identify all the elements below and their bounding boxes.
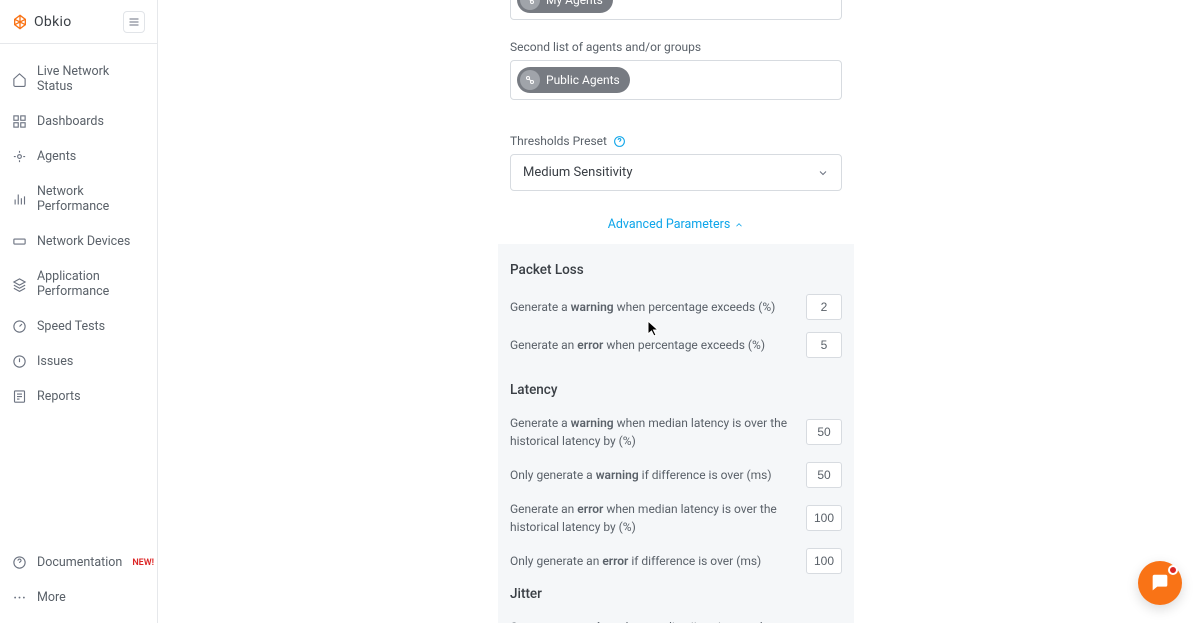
latency-warning-diff-row: Only generate a warning if difference is…	[510, 456, 842, 494]
sidebar: Obkio Live Network Status Dashboards Age…	[0, 0, 158, 623]
nav-agents[interactable]: Agents	[0, 139, 157, 174]
nav-application-performance[interactable]: Application Performance	[0, 259, 157, 309]
nav-dashboards[interactable]: Dashboards	[0, 104, 157, 139]
agent-group-chip[interactable]: My Agents	[517, 0, 613, 13]
chevron-up-icon	[734, 220, 744, 230]
param-label: Generate an error when percentage exceed…	[510, 336, 794, 354]
sidebar-bottom: Documentation NEW! More	[0, 545, 157, 623]
thresholds-select[interactable]: Medium Sensitivity	[510, 154, 842, 191]
alert-icon	[12, 354, 27, 369]
packet-loss-error-input[interactable]	[806, 332, 842, 358]
chat-support-button[interactable]	[1138, 561, 1182, 605]
param-label: Only generate an error if difference is …	[510, 552, 794, 570]
gauge-icon	[12, 319, 27, 334]
nav-label: Network Performance	[37, 184, 145, 214]
chip-label: My Agents	[546, 0, 603, 7]
advanced-link-text: Advanced Parameters	[608, 217, 731, 232]
latency-warning-diff-input[interactable]	[806, 462, 842, 488]
second-agents-field: Second list of agents and/or groups Publ…	[498, 30, 854, 110]
nav-list: Live Network Status Dashboards Agents Ne…	[0, 44, 157, 424]
latency-error-diff-input[interactable]	[806, 548, 842, 574]
brand-logo[interactable]: Obkio	[12, 14, 71, 30]
bar-chart-icon	[12, 192, 27, 207]
nav-label: Issues	[37, 354, 73, 369]
nav-label: Live Network Status	[37, 64, 145, 94]
group-icon	[520, 70, 540, 90]
latency-error-input[interactable]	[806, 505, 842, 531]
nav-issues[interactable]: Issues	[0, 344, 157, 379]
latency-warning-input[interactable]	[806, 419, 842, 445]
nav-speed-tests[interactable]: Speed Tests	[0, 309, 157, 344]
nav-label: Reports	[37, 389, 81, 404]
latency-error-row: Generate an error when median latency is…	[510, 494, 842, 542]
nav-reports[interactable]: Reports	[0, 379, 157, 414]
packet-loss-error-row: Generate an error when percentage exceed…	[510, 326, 842, 364]
thresholds-label-text: Thresholds Preset	[510, 134, 607, 148]
brand-name: Obkio	[34, 14, 71, 30]
dashboard-icon	[12, 114, 27, 129]
param-label: Only generate a warning if difference is…	[510, 466, 794, 484]
packet-loss-title: Packet Loss	[510, 262, 842, 278]
obkio-logo-icon	[12, 14, 28, 30]
new-badge: NEW!	[132, 558, 154, 568]
jitter-warning-row: Generate a warning when median jitter is…	[510, 612, 842, 623]
first-agents-input[interactable]: My Agents	[510, 0, 842, 20]
nav-label: Application Performance	[37, 269, 145, 299]
advanced-parameters-toggle[interactable]: Advanced Parameters	[498, 201, 854, 244]
packet-loss-warning-input[interactable]	[806, 294, 842, 320]
agents-icon	[12, 149, 27, 164]
nav-network-devices[interactable]: Network Devices	[0, 224, 157, 259]
chevron-down-icon	[817, 167, 829, 179]
advanced-parameters-section: Packet Loss Generate a warning when perc…	[498, 244, 854, 623]
nav-label: More	[37, 590, 66, 605]
latency-error-diff-row: Only generate an error if difference is …	[510, 542, 842, 580]
dots-icon	[12, 590, 27, 605]
main-content: My Agents Second list of agents and/or g…	[158, 0, 1200, 623]
notification-dot-icon	[1168, 565, 1178, 575]
packet-loss-warning-row: Generate a warning when percentage excee…	[510, 288, 842, 326]
help-icon	[12, 555, 27, 570]
home-icon	[12, 72, 27, 87]
field-label: Second list of agents and/or groups	[510, 40, 842, 54]
nav-label: Agents	[37, 149, 76, 164]
nav-network-performance[interactable]: Network Performance	[0, 174, 157, 224]
param-label: Generate a warning when percentage excee…	[510, 298, 794, 316]
field-label: Thresholds Preset	[510, 134, 842, 148]
sidebar-header: Obkio	[0, 0, 157, 44]
first-agents-field: My Agents	[498, 0, 854, 30]
param-label: Generate a warning when median latency i…	[510, 414, 794, 450]
nav-more[interactable]: More	[0, 580, 157, 615]
nav-label: Documentation	[37, 555, 122, 570]
group-icon	[520, 0, 540, 10]
help-icon[interactable]	[613, 135, 626, 148]
latency-warning-row: Generate a warning when median latency i…	[510, 408, 842, 456]
report-icon	[12, 389, 27, 404]
device-icon	[12, 234, 27, 249]
template-form-panel: My Agents Second list of agents and/or g…	[498, 0, 854, 623]
nav-documentation[interactable]: Documentation NEW!	[0, 545, 157, 580]
second-agents-input[interactable]: Public Agents	[510, 60, 842, 100]
nav-label: Dashboards	[37, 114, 104, 129]
layers-icon	[12, 277, 27, 292]
nav-label: Network Devices	[37, 234, 130, 249]
param-label: Generate a warning when median jitter is…	[510, 618, 794, 623]
select-value: Medium Sensitivity	[523, 165, 632, 180]
nav-live-network-status[interactable]: Live Network Status	[0, 54, 157, 104]
param-label: Generate an error when median latency is…	[510, 500, 794, 536]
chip-label: Public Agents	[546, 73, 620, 87]
agent-group-chip[interactable]: Public Agents	[517, 67, 630, 93]
jitter-title: Jitter	[510, 586, 842, 602]
latency-title: Latency	[510, 382, 842, 398]
nav-label: Speed Tests	[37, 319, 105, 334]
chat-icon	[1149, 572, 1171, 594]
sidebar-collapse-button[interactable]	[123, 11, 145, 33]
thresholds-field: Thresholds Preset Medium Sensitivity	[498, 124, 854, 201]
